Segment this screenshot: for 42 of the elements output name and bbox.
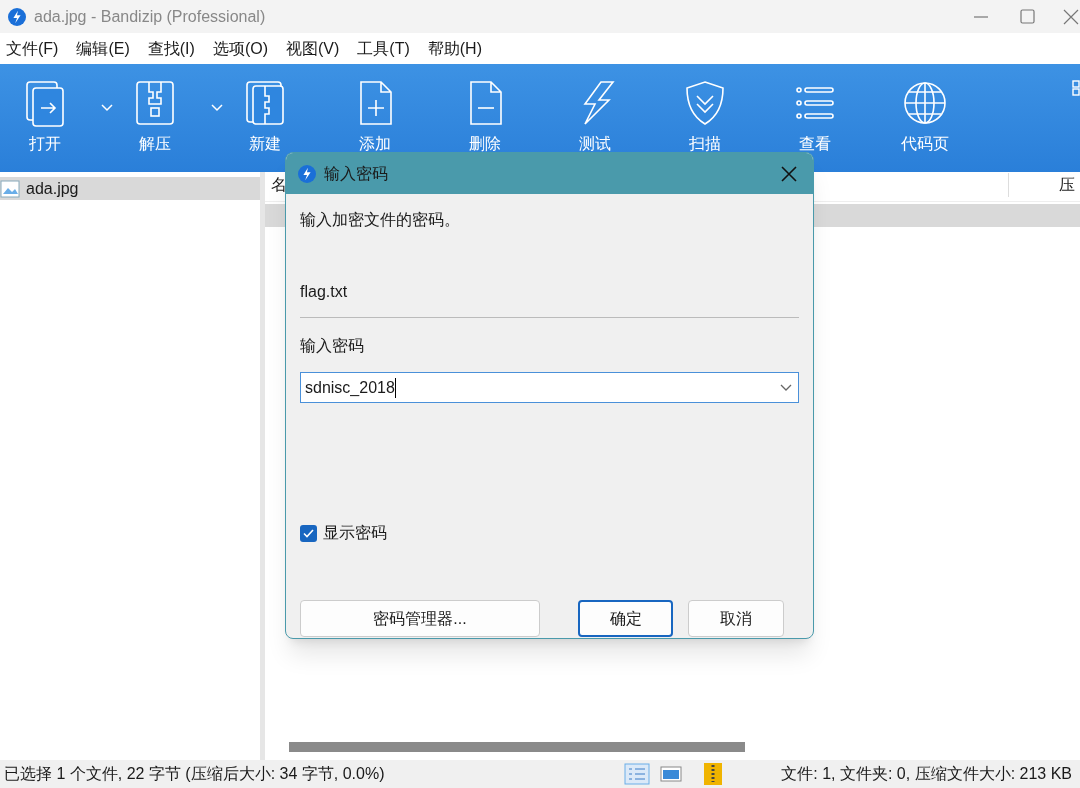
- menu-item[interactable]: 查找(I): [147, 36, 195, 61]
- toolbar-button[interactable]: 查看: [791, 78, 839, 156]
- column-header[interactable]: 压: [1008, 173, 1075, 197]
- toolbar-button[interactable]: 新建: [241, 78, 289, 156]
- dialog-button[interactable]: 确定: [577, 600, 674, 637]
- dialog-title: 输入密码: [324, 163, 388, 184]
- grid-icon[interactable]: [1072, 80, 1080, 96]
- check-icon: [303, 528, 314, 538]
- horizontal-scrollbar[interactable]: [289, 742, 745, 752]
- app-logo-icon: [298, 164, 316, 183]
- toolbar-button[interactable]: 打开: [21, 78, 69, 156]
- tree-item[interactable]: ada.jpg: [0, 177, 260, 200]
- file-name: flag.txt: [300, 282, 348, 302]
- show-password-label: 显示密码: [323, 523, 387, 543]
- window-title: ada.jpg - Bandizip (Professional): [34, 6, 266, 27]
- password-value: sdnisc_2018: [305, 377, 395, 398]
- close-icon[interactable]: [781, 165, 797, 182]
- dialog-button[interactable]: 密码管理器...: [300, 600, 540, 637]
- toolbar-button[interactable]: 扫描: [681, 78, 729, 156]
- toolbar-button[interactable]: 解压: [131, 78, 179, 156]
- image-view-icon[interactable]: [660, 765, 682, 783]
- toolbar-button[interactable]: 测试: [571, 78, 619, 156]
- menu-item[interactable]: 工具(T): [357, 36, 410, 61]
- toolbar-button[interactable]: 删除: [461, 78, 509, 156]
- show-password-checkbox[interactable]: [300, 524, 317, 542]
- menu-item[interactable]: 选项(O): [212, 36, 268, 61]
- toolbar-button[interactable]: 代码页: [901, 78, 949, 156]
- dropdown-caret-icon[interactable]: [780, 383, 792, 392]
- password-label: 输入密码: [300, 336, 364, 356]
- status-selection: 已选择 1 个文件, 22 字节 (压缩后大小: 34 字节, 0.0%): [4, 764, 386, 784]
- password-field[interactable]: sdnisc_2018: [300, 372, 799, 403]
- menu-item[interactable]: 帮助(H): [427, 36, 482, 61]
- menu-item[interactable]: 文件(F): [6, 36, 59, 61]
- archive-icon[interactable]: [702, 762, 724, 786]
- status-summary: 文件: 1, 文件夹: 0, 压缩文件大小: 213 KB: [781, 764, 1073, 784]
- toolbar-button[interactable]: 添加: [351, 78, 399, 156]
- menu-item[interactable]: 视图(V): [286, 36, 340, 61]
- image-file-icon: [0, 179, 20, 198]
- app-logo-icon: [8, 7, 26, 26]
- menu-item[interactable]: 编辑(E): [76, 36, 130, 61]
- dialog-message: 输入加密文件的密码。: [300, 210, 460, 230]
- dialog-button[interactable]: 取消: [688, 600, 784, 637]
